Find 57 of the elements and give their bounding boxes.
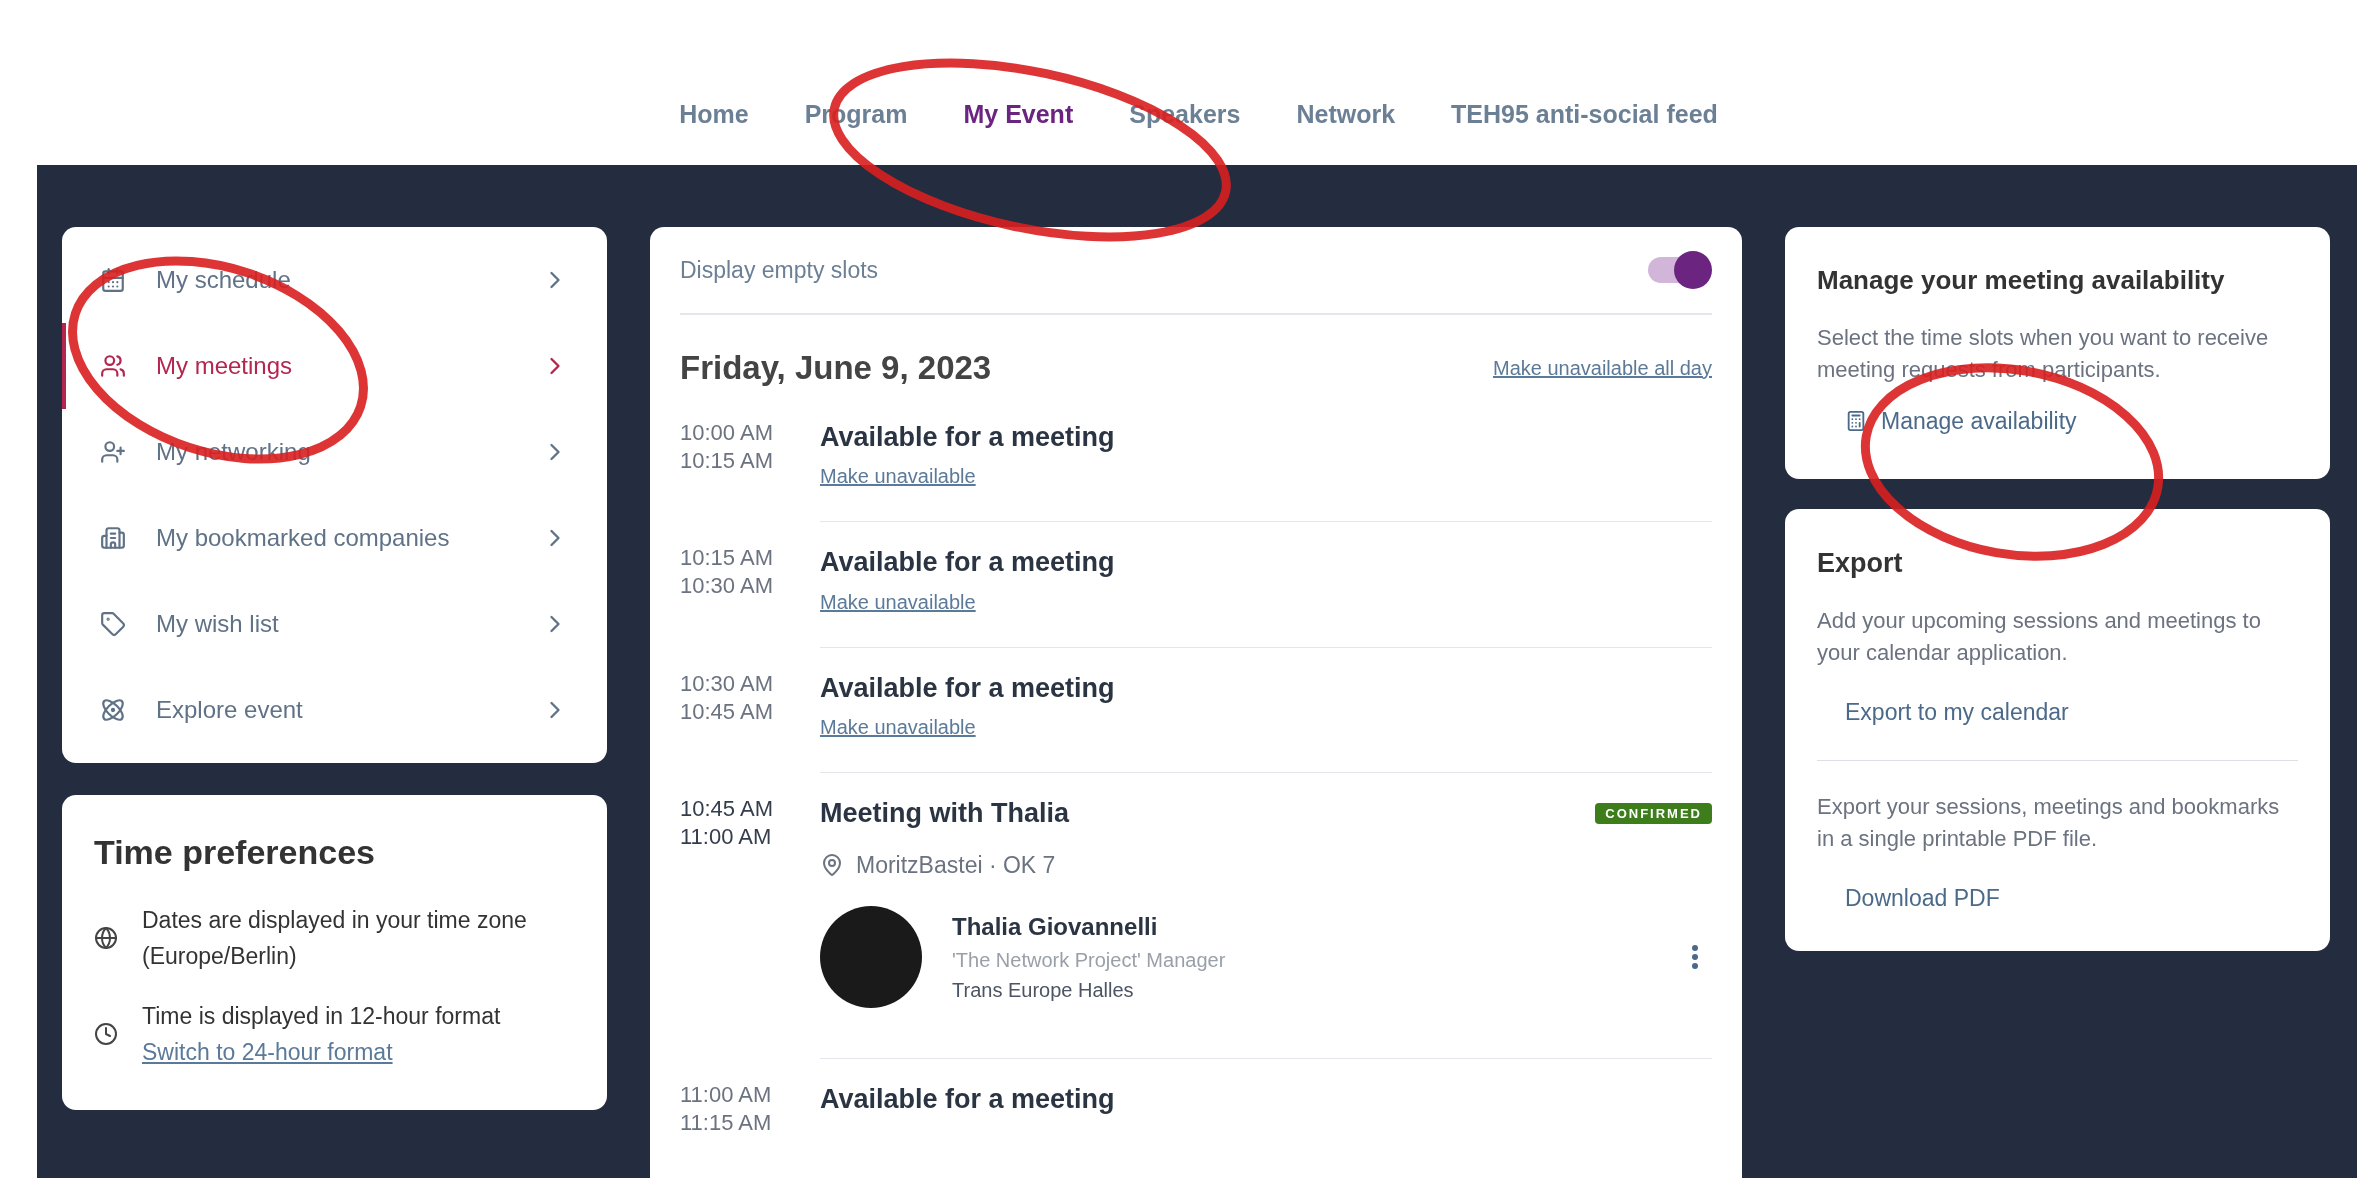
date-heading: Friday, June 9, 2023: [680, 348, 992, 388]
start-time: 10:00 AM: [680, 418, 774, 447]
sidebar-item[interactable]: My bookmarked companies: [62, 495, 607, 581]
sidebar-item[interactable]: My wish list: [62, 581, 607, 667]
end-time: 11:00 AM: [680, 823, 773, 851]
manage-availability-button[interactable]: Manage availability: [1845, 404, 2077, 439]
sidebar-item[interactable]: Explore event: [62, 667, 607, 753]
start-time: 10:45 AM: [680, 795, 774, 823]
person-icon: [100, 439, 126, 465]
nav-tab[interactable]: Home: [679, 95, 749, 133]
nav-tab[interactable]: TEH95 anti-social feed: [1451, 95, 1718, 133]
tag-icon: [100, 611, 126, 637]
nav-tab[interactable]: My Event: [963, 95, 1074, 133]
toggle-label: Display empty slots: [680, 255, 879, 285]
calendar-icon: [100, 267, 126, 293]
end-time: 10:45 AM: [680, 697, 774, 726]
end-time: 10:30 AM: [680, 572, 774, 600]
clock-icon: [94, 1022, 118, 1046]
card-description: Export your sessions, meetings and bookmarks in a single printable PDF file.: [1817, 792, 2281, 853]
start-time: 10:30 AM: [680, 669, 774, 698]
slot-title: Available for a meeting: [820, 420, 1116, 454]
slot-title: Available for a meeting: [820, 1083, 1116, 1116]
make-unavailable-link[interactable]: Make unavailable: [820, 712, 976, 742]
globe-icon: [94, 926, 118, 950]
meeting-location: MoritzBastei · OK 7: [856, 850, 1056, 880]
make-unavailable-link[interactable]: Make unavailable: [820, 586, 976, 617]
export-link[interactable]: Export to my calendar: [1845, 695, 2069, 730]
people-icon: [100, 353, 126, 379]
slot-title: Available for a meeting: [820, 671, 1116, 705]
sidebar-item[interactable]: My networking: [62, 409, 607, 495]
make-unavailable-all-day-link[interactable]: Make unavailable all day: [1492, 352, 1712, 383]
sidebar-item[interactable]: My meetings: [62, 323, 607, 409]
start-time: 11:00 AM: [680, 1081, 773, 1109]
export-link[interactable]: Download PDF: [1845, 880, 2000, 915]
more-vertical-icon: [1692, 945, 1698, 969]
status-badge: CONFIRMED: [1595, 802, 1712, 824]
card-title: Export: [1817, 546, 1904, 580]
calculator-icon: [1845, 410, 1867, 433]
card-title: Manage your meeting availability: [1817, 264, 2226, 297]
end-time: 10:15 AM: [680, 446, 774, 475]
card-description: Add your upcoming sessions and meetings to your calendar application.: [1817, 607, 2262, 667]
preference-text: Time is displayed in 12-hour format: [142, 1002, 501, 1031]
slot-title: Available for a meeting: [820, 546, 1116, 579]
meeting-title: Meeting with Thalia: [820, 797, 1069, 830]
switch-format-link[interactable]: Switch to 24-hour format: [142, 1034, 393, 1070]
building-icon: [100, 525, 126, 551]
start-time: 10:15 AM: [680, 544, 774, 572]
make-unavailable-link[interactable]: Make unavailable: [820, 461, 976, 491]
end-time: 11:15 AM: [680, 1109, 773, 1137]
person-role: 'The Network Project' Manager: [952, 948, 1227, 973]
nav-tab[interactable]: Network: [1296, 95, 1396, 133]
card-title: Time preferences: [94, 832, 376, 873]
preference-text: Dates are displayed in your time zone (Europe/Berlin): [142, 906, 528, 971]
atom-icon: [100, 697, 126, 723]
person-company: Trans Europe Halles: [952, 978, 1135, 1003]
person-name: Thalia Giovannelli: [952, 912, 1159, 942]
location-pin-icon: [820, 852, 844, 877]
